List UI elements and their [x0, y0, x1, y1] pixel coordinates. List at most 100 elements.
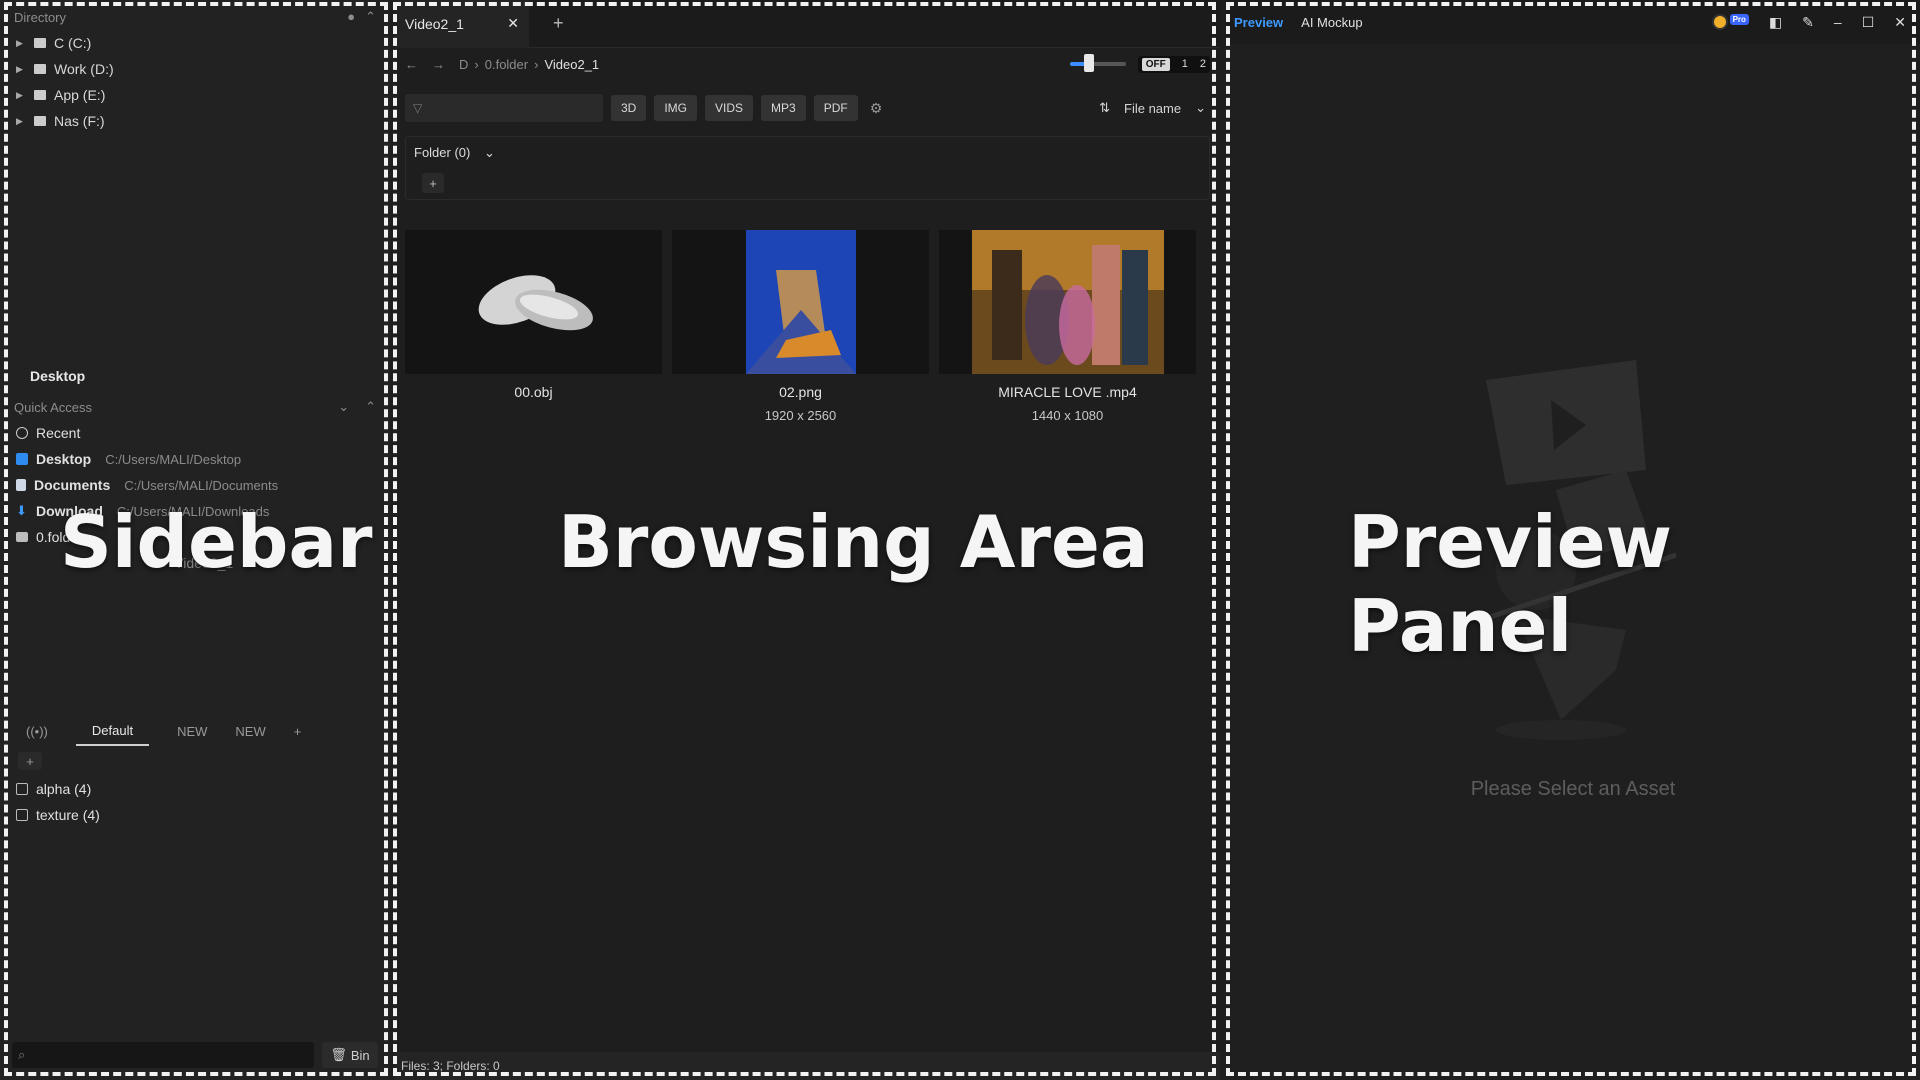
thumbnail-size-slider[interactable] [1069, 54, 1126, 72]
chevron-down-icon[interactable]: ⌄ [338, 399, 349, 415]
tab-new-2[interactable]: NEW [235, 724, 265, 739]
asset-card[interactable]: 02.png 1920 x 2560 [672, 230, 929, 423]
trash-icon: 🗑 [330, 1047, 347, 1062]
asset-dimensions: 1440 x 1080 [1031, 408, 1104, 423]
quick-access-download[interactable]: ⬇ Download C:/Users/MALI/Downloads [0, 498, 390, 524]
tab-preview[interactable]: Preview [1234, 15, 1283, 30]
close-icon[interactable]: ✕ [507, 15, 519, 32]
collapse-icon[interactable]: ⌃ [365, 399, 376, 415]
drive-tree: ▶ C (C:) ▶ Work (D:) ▶ App (E:) ▶ Nas (F:) [0, 30, 390, 134]
drive-label: C (C:) [54, 35, 92, 51]
tab-default[interactable]: Default [75, 717, 150, 746]
quick-access-subfolder[interactable]: + Video2_1 [0, 550, 390, 576]
tag-tabs: ((•)) Default NEW NEW + [0, 716, 390, 746]
download-icon: ⬇ [16, 503, 27, 518]
quick-access-folder[interactable]: 0.folder [0, 524, 390, 550]
add-folder-button[interactable]: + [422, 173, 444, 193]
asset-dimensions: 1920 x 2560 [764, 408, 837, 423]
document-icon [16, 479, 26, 491]
toggle-one[interactable]: 1 [1182, 58, 1188, 70]
desktop-icon [16, 453, 28, 465]
empty-preview-illustration-icon [1480, 360, 1677, 740]
chevron-right-icon: ▶ [16, 115, 23, 126]
eye-icon[interactable]: ● [347, 9, 355, 25]
filter-img-button[interactable]: IMG [654, 95, 698, 121]
breadcrumb-item[interactable]: D [459, 57, 468, 72]
close-window-icon[interactable]: ✕ [1894, 14, 1906, 31]
folder-header[interactable]: Folder (0) ⌄ [414, 145, 1201, 161]
pin-icon[interactable]: ✎ [1802, 14, 1814, 31]
chevron-right-icon: ▶ [16, 37, 23, 48]
forward-arrow-icon[interactable]: → [432, 57, 445, 72]
add-tag-button[interactable]: + [18, 752, 42, 770]
breadcrumb-item[interactable]: 0.folder [485, 57, 528, 72]
drive-label: Work (D:) [54, 61, 114, 77]
back-arrow-icon[interactable]: ← [405, 57, 418, 72]
account-badge[interactable]: Pro [1711, 14, 1749, 30]
toggle-two[interactable]: 2 [1200, 58, 1206, 70]
pro-badge: Pro [1729, 14, 1749, 25]
mouse-model-icon [478, 275, 593, 331]
tag-item[interactable]: texture (4) [0, 802, 390, 828]
video-still-icon [971, 230, 1164, 374]
filter-3d-button[interactable]: 3D [611, 95, 647, 121]
browsing-area: Video2_1 ✕ + ← → D › 0.folder › Video2_1 O… [395, 0, 1220, 1080]
tab-video2-1[interactable]: Video2_1 ✕ [395, 0, 529, 48]
filter-input[interactable]: ▽ [405, 94, 603, 122]
gear-icon[interactable]: ⚙ [870, 100, 883, 117]
layout-icon[interactable]: ◧ [1769, 14, 1782, 31]
minimize-icon[interactable]: – [1834, 14, 1842, 30]
tab-ai-mockup[interactable]: AI Mockup [1301, 15, 1362, 30]
bin-button[interactable]: 🗑 Bin [322, 1042, 378, 1068]
toggle-off[interactable]: OFF [1141, 57, 1170, 71]
drive-item-e[interactable]: ▶ App (E:) [0, 82, 390, 108]
sidebar-search-input[interactable]: ⌕ [12, 1042, 314, 1068]
asset-grid: 00.obj 02.png 1920 x 2560 MIRACLE LOVE .… [405, 230, 1196, 423]
quick-access-documents[interactable]: Documents C:/Users/MALI/Documents [0, 472, 390, 498]
quick-access-path: C:/Users/MALI/Documents [124, 477, 279, 493]
tab-new-1[interactable]: NEW [177, 724, 207, 739]
chevron-down-icon: ⌄ [483, 145, 495, 160]
quick-access-desktop[interactable]: Desktop C:/Users/MALI/Desktop [0, 446, 390, 472]
coin-icon [1711, 14, 1728, 30]
asset-name: MIRACLE LOVE .mp4 [998, 384, 1137, 400]
clock-icon [16, 427, 28, 439]
chevron-right-icon: ▶ [16, 63, 23, 74]
drive-label: App (E:) [54, 87, 106, 103]
asset-card[interactable]: MIRACLE LOVE .mp4 1440 x 1080 [939, 230, 1196, 423]
sort-label: File name [1124, 100, 1182, 116]
filter-mp3-button[interactable]: MP3 [761, 95, 806, 121]
drive-icon [34, 64, 46, 74]
filter-pdf-button[interactable]: PDF [813, 95, 858, 121]
collapse-icon[interactable]: ⌃ [365, 9, 376, 25]
maximize-icon[interactable]: ☐ [1862, 14, 1875, 31]
folder-section: Folder (0) ⌄ + [405, 136, 1210, 200]
preview-panel: Preview AI Mockup Pro ◧ ✎ – ☐ ✕ Please S… [1226, 0, 1920, 1080]
quick-access-label: Quick Access [14, 399, 93, 415]
sidebar: Directory ● ⌃ ▶ C (C:) ▶ Work (D:) ▶ App (E… [0, 0, 390, 1080]
asset-thumbnail [939, 230, 1196, 374]
broadcast-icon[interactable]: ((•)) [26, 724, 48, 739]
filter-vids-button[interactable]: VIDS [705, 95, 754, 121]
add-tab-icon[interactable]: + [294, 724, 302, 739]
sort-control[interactable]: ⇅ File name ⌄ [1099, 100, 1210, 116]
search-icon: ⌕ [18, 1047, 26, 1062]
view-toggle[interactable]: OFF 1 2 [1137, 55, 1210, 73]
asset-card[interactable]: 00.obj [405, 230, 662, 423]
add-tab-icon[interactable]: + [553, 13, 564, 34]
app-window: Directory ● ⌃ ▶ C (C:) ▶ Work (D:) ▶ App (E… [0, 0, 1920, 1080]
quick-access-label: Recent [36, 425, 81, 441]
desktop-label: Desktop [30, 368, 86, 384]
breadcrumb-item[interactable]: Video2_1 [544, 57, 599, 72]
quick-access-recent[interactable]: Recent [0, 420, 390, 446]
navigation-bar: ← → D › 0.folder › Video2_1 OFF 1 2 [395, 50, 1220, 78]
drive-item-f[interactable]: ▶ Nas (F:) [0, 108, 390, 134]
drive-item-d[interactable]: ▶ Work (D:) [0, 56, 390, 82]
shoe-image-icon [745, 230, 856, 374]
status-bar: Files: 3; Folders: 0 [395, 1052, 1220, 1080]
window-controls: Pro ◧ ✎ – ☐ ✕ [1711, 14, 1920, 31]
drive-item-c[interactable]: ▶ C (C:) [0, 30, 390, 56]
directory-label: Directory [14, 9, 67, 25]
quick-access-label: 0.folder [36, 529, 83, 545]
tag-item[interactable]: alpha (4) [0, 776, 390, 802]
